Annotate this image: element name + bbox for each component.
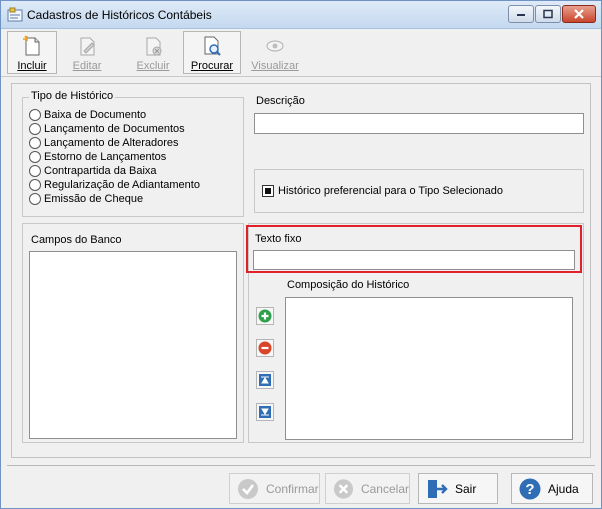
edit-document-icon (80, 37, 95, 56)
close-icon (574, 9, 584, 19)
radio-regularizacao-adiantamento[interactable]: Regularização de Adiantamento (29, 178, 200, 192)
window-title: Cadastros de Históricos Contábeis (27, 8, 212, 22)
title-bar[interactable]: Cadastros de Históricos Contábeis (1, 1, 601, 29)
main-window: Cadastros de Históricos Contábeis Inclui… (0, 0, 602, 509)
preferencial-label: Histórico preferencial para o Tipo Selec… (278, 185, 504, 197)
procurar-button[interactable]: Procurar (183, 31, 241, 74)
radio-button[interactable] (29, 165, 41, 177)
procurar-label: Procurar (190, 60, 234, 72)
eye-icon (266, 40, 284, 52)
radio-baixa-documento[interactable]: Baixa de Documento (29, 108, 146, 122)
confirmar-button[interactable]: Confirmar (229, 473, 320, 504)
campos-banco-list[interactable] (29, 251, 237, 439)
close-button[interactable] (562, 5, 596, 23)
move-up-button[interactable] (256, 371, 274, 389)
incluir-label: Incluir (17, 60, 47, 72)
excluir-label: Excluir (136, 60, 170, 72)
radio-contrapartida-baixa[interactable]: Contrapartida da Baixa (29, 164, 157, 178)
excluir-button[interactable]: Excluir (125, 31, 181, 74)
radio-label: Estorno de Lançamentos (44, 151, 167, 163)
remove-field-button[interactable] (256, 339, 274, 357)
delete-document-icon (146, 37, 162, 56)
help-icon: ? (519, 478, 541, 499)
editar-label: Editar (72, 60, 102, 72)
preferencial-checkbox-row[interactable]: Histórico preferencial para o Tipo Selec… (262, 185, 503, 197)
new-document-icon (23, 35, 40, 56)
radio-label: Lançamento de Documentos (44, 123, 185, 135)
radio-estorno-lancamentos[interactable]: Estorno de Lançamentos (29, 150, 166, 164)
confirmar-label: Confirmar (266, 481, 319, 496)
texto-fixo-highlight (246, 225, 582, 273)
search-document-icon (204, 36, 221, 56)
composicao-list[interactable] (285, 297, 573, 440)
radio-button[interactable] (29, 151, 41, 163)
exit-icon (428, 479, 448, 498)
maximize-button[interactable] (535, 5, 561, 23)
svg-text:?: ? (525, 481, 534, 498)
tipo-historico-group: Tipo de Histórico Baixa de Documento Lan… (22, 90, 244, 217)
radio-lancamento-alteradores[interactable]: Lançamento de Alteradores (29, 136, 179, 150)
add-icon (258, 309, 272, 323)
radio-button[interactable] (29, 193, 41, 205)
toolbar-divider (1, 76, 601, 77)
app-icon (7, 7, 23, 22)
add-field-button[interactable] (256, 307, 274, 325)
campos-banco-group: Campos do Banco (22, 223, 244, 443)
remove-icon (258, 341, 272, 355)
minimize-button[interactable] (508, 5, 534, 23)
preferencial-group: Histórico preferencial para o Tipo Selec… (254, 169, 584, 213)
minimize-icon (517, 14, 525, 16)
move-down-icon (259, 406, 271, 418)
editar-button[interactable]: Editar (59, 31, 115, 74)
cancelar-button[interactable]: Cancelar (325, 473, 410, 504)
move-up-icon (259, 374, 271, 386)
descricao-label: Descrição (256, 95, 305, 107)
composicao-label: Composição do Histórico (287, 279, 410, 291)
visualizar-label: Visualizar (251, 60, 299, 72)
radio-button[interactable] (29, 123, 41, 135)
radio-emissao-cheque[interactable]: Emissão de Cheque (29, 192, 143, 206)
radio-button[interactable] (29, 109, 41, 121)
preferencial-checkbox[interactable] (262, 185, 274, 197)
sair-label: Sair (455, 481, 477, 496)
radio-lancamento-documentos[interactable]: Lançamento de Documentos (29, 122, 185, 136)
radio-label: Lançamento de Alteradores (44, 137, 179, 149)
radio-button[interactable] (29, 137, 41, 149)
radio-label: Regularização de Adiantamento (44, 179, 200, 191)
radio-label: Emissão de Cheque (44, 193, 144, 205)
maximize-icon (543, 9, 553, 19)
check-icon (238, 478, 258, 499)
footer-divider (7, 465, 595, 466)
descricao-input[interactable] (254, 113, 584, 134)
visualizar-button[interactable]: Visualizar (247, 31, 303, 74)
ajuda-button[interactable]: ? Ajuda (511, 473, 593, 504)
radio-button[interactable] (29, 179, 41, 191)
radio-label: Baixa de Documento (44, 109, 147, 121)
cancelar-label: Cancelar (360, 481, 409, 496)
campos-banco-label: Campos do Banco (31, 234, 122, 246)
move-down-button[interactable] (256, 403, 274, 421)
cancel-icon (333, 478, 354, 499)
radio-label: Contrapartida da Baixa (44, 165, 157, 177)
incluir-button[interactable]: Incluir (7, 31, 57, 74)
tipo-historico-label: Tipo de Histórico (29, 90, 116, 102)
sair-button[interactable]: Sair (418, 473, 498, 504)
ajuda-label: Ajuda (548, 481, 579, 496)
